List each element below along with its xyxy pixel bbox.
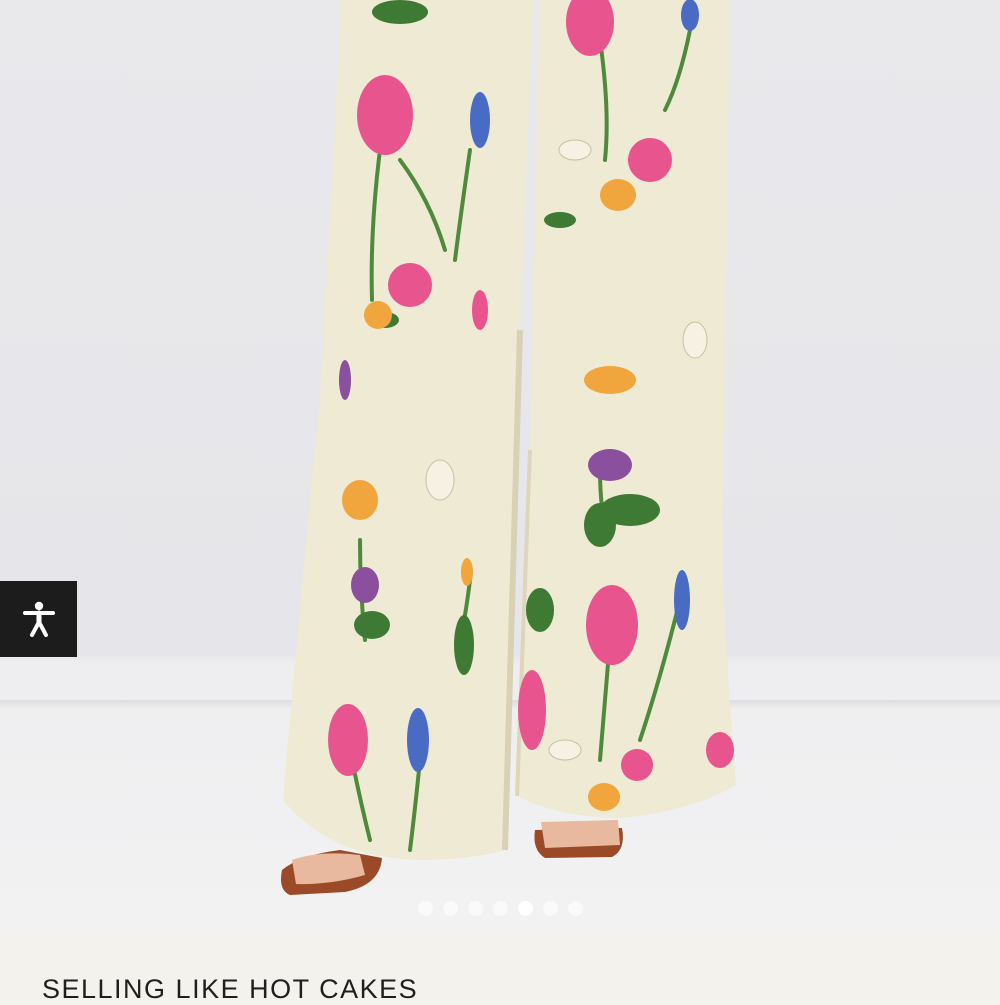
gallery-dot[interactable] <box>442 900 458 916</box>
gallery-dot[interactable] <box>467 900 483 916</box>
gallery-dot[interactable] <box>417 900 433 916</box>
gallery-dot[interactable] <box>542 900 558 916</box>
product-image[interactable] <box>0 0 1000 935</box>
accessibility-button[interactable] <box>0 581 77 657</box>
gallery-pagination <box>0 898 1000 918</box>
trousers-illustration <box>281 0 736 895</box>
accessibility-person-icon <box>22 601 55 637</box>
gallery-dot[interactable] <box>567 900 583 916</box>
product-title: SELLING LIKE HOT CAKES <box>42 974 419 1004</box>
gallery-dot[interactable] <box>492 900 508 916</box>
gallery-dot-active[interactable] <box>517 900 533 916</box>
